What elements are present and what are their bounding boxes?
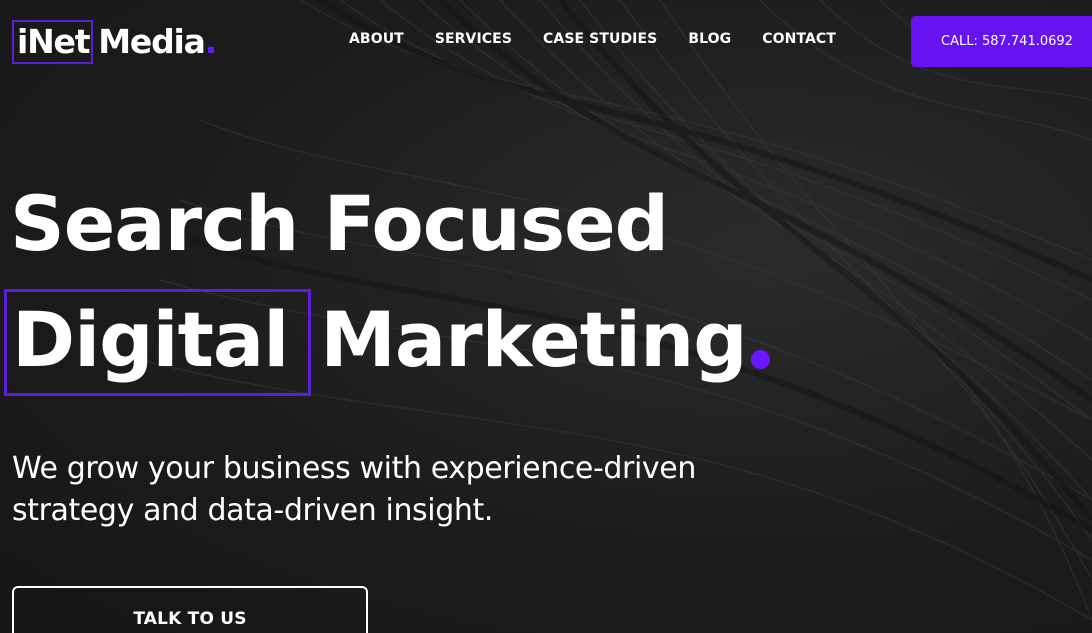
nav-about[interactable]: ABOUT [349, 31, 404, 47]
site-logo[interactable]: iNet Media. [12, 19, 218, 65]
nav-contact[interactable]: CONTACT [762, 31, 836, 47]
headline-line-2: Digital Marketing [10, 296, 770, 384]
hero-section: iNet Media. ABOUT SERVICES CASE STUDIES … [0, 0, 1092, 633]
hero-subtext-line-1: We grow your business with experience-dr… [12, 451, 696, 486]
logo-part-media: Media. [98, 22, 218, 62]
headline-line-1: Search Focused [10, 179, 669, 268]
nav-services[interactable]: SERVICES [435, 31, 512, 47]
hero-subtext-line-2: strategy and data-driven insight. [12, 493, 493, 528]
headline-accent-dot [750, 349, 770, 369]
call-button[interactable]: CALL: 587.741.0692 [911, 16, 1092, 67]
logo-part-inet: iNet [17, 22, 91, 61]
headline-marketing: Marketing [320, 295, 747, 384]
hero-subtext: We grow your business with experience-dr… [12, 448, 812, 532]
nav-case-studies[interactable]: CASE STUDIES [543, 31, 657, 47]
main-nav: ABOUT SERVICES CASE STUDIES BLOG CONTACT [349, 31, 836, 47]
logo-highlight-box: iNet [12, 20, 94, 64]
logo-dot: . [204, 22, 218, 61]
nav-blog[interactable]: BLOG [688, 31, 731, 47]
talk-to-us-button[interactable]: TALK TO US [12, 586, 368, 633]
headline-highlight-word: Digital [12, 295, 289, 384]
logo-media-text: Media [98, 22, 206, 61]
